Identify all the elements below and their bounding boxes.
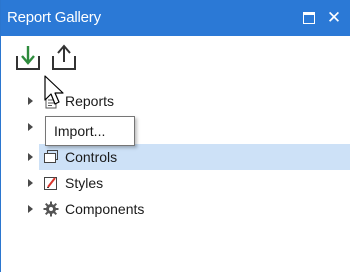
tree-node-label: Reports: [65, 93, 115, 109]
gear-icon: [43, 201, 59, 217]
expand-arrow-icon[interactable]: [28, 123, 33, 131]
toolbar: [1, 36, 350, 84]
expand-arrow-icon[interactable]: [28, 179, 33, 187]
maximize-icon[interactable]: [303, 12, 317, 24]
import-button[interactable]: [13, 42, 43, 74]
report-gallery-panel: Report Gallery ✕ Reports Controls Styles…: [0, 0, 350, 272]
import-arrow-icon: [16, 46, 40, 70]
tree-node-styles[interactable]: Styles: [1, 170, 350, 196]
tree-node-label: Styles: [65, 175, 104, 191]
close-icon[interactable]: ✕: [325, 9, 343, 27]
expand-arrow-icon[interactable]: [28, 205, 33, 213]
tree-node-reports[interactable]: Reports: [1, 88, 350, 114]
expand-arrow-icon[interactable]: [28, 97, 33, 105]
import-tooltip: Import...: [45, 116, 135, 146]
export-arrow-icon: [52, 44, 76, 70]
tooltip-text: Import...: [54, 123, 106, 139]
styles-icon: [44, 177, 57, 190]
expand-arrow-icon[interactable]: [28, 153, 33, 161]
panel-title: Report Gallery: [7, 9, 101, 26]
export-button[interactable]: [49, 42, 79, 74]
panel-titlebar[interactable]: Report Gallery ✕: [1, 0, 350, 36]
reports-icon: [45, 93, 57, 109]
tree-node-label: Components: [65, 201, 145, 217]
tree-node-label: Controls: [65, 149, 118, 165]
tree-node-components[interactable]: Components: [1, 196, 350, 222]
tree-node-controls[interactable]: Controls: [1, 144, 350, 170]
controls-icon: [44, 150, 58, 163]
